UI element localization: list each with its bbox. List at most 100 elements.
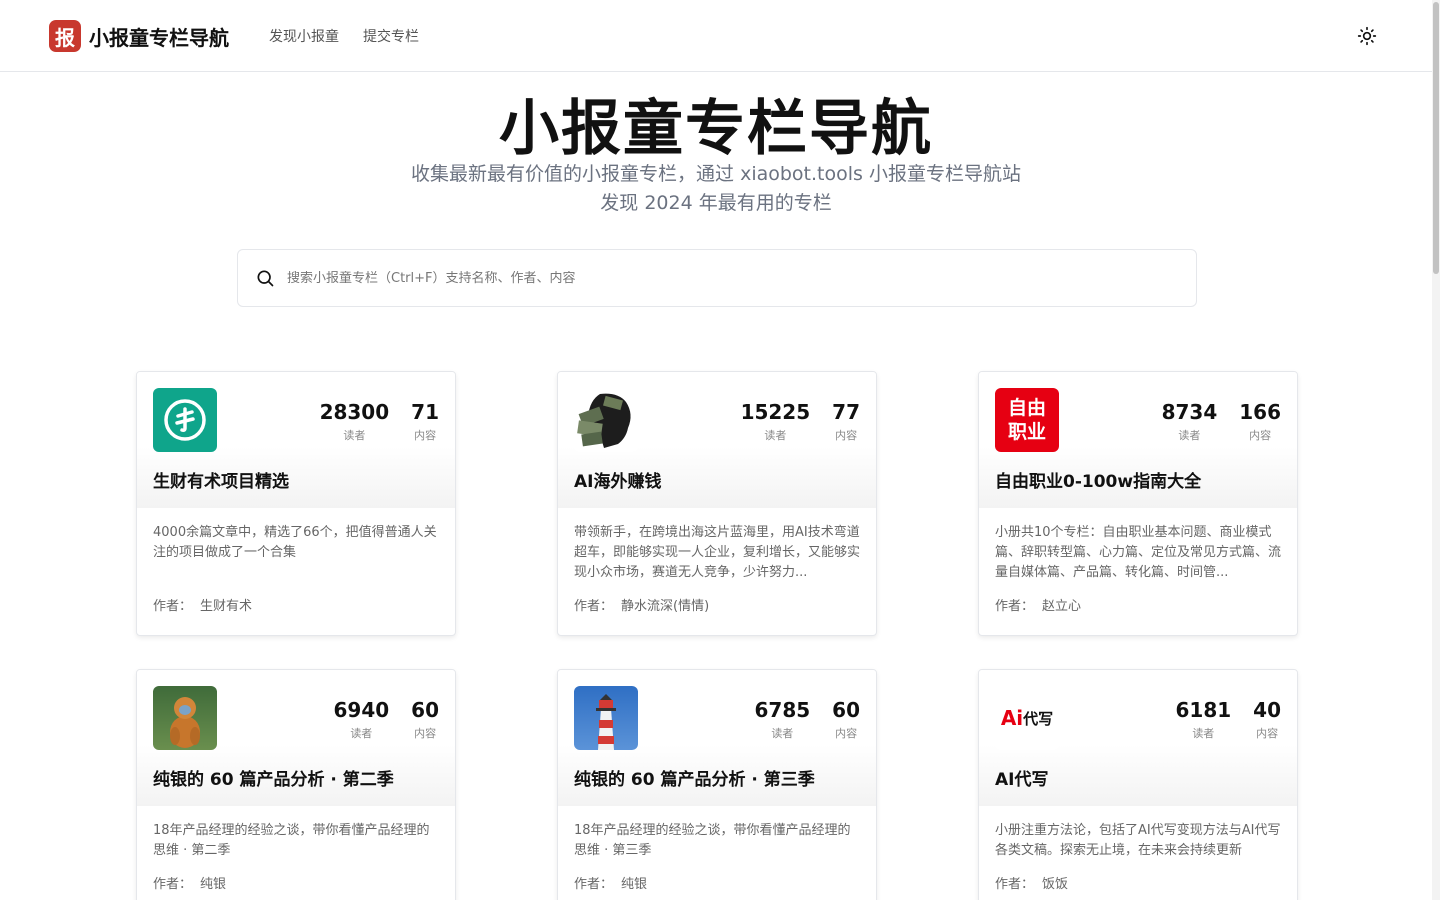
author-name: 赵立心 bbox=[1042, 599, 1082, 614]
author-name: 纯银 bbox=[621, 877, 648, 892]
post-label: 内容 bbox=[835, 727, 858, 740]
column-card[interactable]: 15225 读者 77 内容 AI海外赚钱 带领新手，在跨境出海这片蓝海里，用AI技… bbox=[557, 371, 877, 636]
author-label: 作者： bbox=[153, 599, 193, 614]
post-count: 60 bbox=[832, 698, 860, 722]
avatar-text-line-2: 职业 bbox=[1007, 421, 1046, 443]
reader-label: 读者 bbox=[350, 727, 373, 740]
card-header: 6785 读者 60 内容 纯银的 60 篇产品分析 · 第三季 bbox=[558, 670, 876, 806]
site-name: 小报童专栏导航 bbox=[89, 25, 229, 50]
author-name: 静水流深(情情) bbox=[621, 599, 710, 614]
author-name: 生财有术 bbox=[200, 599, 253, 614]
card-header: 15225 读者 77 内容 AI海外赚钱 bbox=[558, 372, 876, 508]
reader-count: 15225 bbox=[740, 400, 811, 424]
card-stats: 28300 读者 71 内容 bbox=[320, 399, 439, 443]
nav-link-submit[interactable]: 提交专栏 bbox=[363, 26, 419, 46]
column-card[interactable]: 28300 读者 71 内容 生财有术项目精选 4000余篇文章中，精选了66个，把… bbox=[136, 371, 456, 636]
card-header: 28300 读者 71 内容 生财有术项目精选 bbox=[137, 372, 455, 508]
card-header: Ai 代写 6181 读者 40 内容 AI代写 bbox=[979, 670, 1297, 806]
author-label: 作者： bbox=[153, 877, 193, 892]
reader-label: 读者 bbox=[343, 429, 366, 442]
card-title: 自由职业0-100w指南大全 bbox=[995, 472, 1202, 492]
author-name: 饭饭 bbox=[1042, 877, 1069, 892]
reader-label: 读者 bbox=[764, 429, 787, 442]
card-stats: 6785 读者 60 内容 bbox=[754, 697, 860, 741]
author-name: 纯银 bbox=[200, 877, 227, 892]
card-stats: 8734 读者 166 内容 bbox=[1162, 399, 1281, 443]
post-label: 内容 bbox=[414, 727, 437, 740]
card-description: 小册共10个专栏：自由职业基本问题、商业模式篇、辞职转型篇、心力篇、定位及常见方… bbox=[995, 525, 1281, 580]
top-nav-bar: 报 小报童专栏导航 发现小报童 提交专栏 bbox=[0, 0, 1440, 72]
post-count: 71 bbox=[411, 400, 439, 424]
avatar-text-line-1: 自由 bbox=[1007, 397, 1046, 419]
card-description: 18年产品经理的经验之谈，带你看懂产品经理的思维 · 第二季 bbox=[153, 823, 430, 858]
hero-subtitle-line-1: 收集最新最有价值的小报童专栏，通过 xiaobot.tools 小报童专栏导航站 bbox=[411, 163, 1021, 185]
main-nav: 发现小报童 提交专栏 bbox=[269, 26, 419, 46]
post-label: 内容 bbox=[1249, 429, 1272, 442]
scrollbar-thumb[interactable] bbox=[1433, 2, 1439, 274]
shengcai-logo-icon bbox=[153, 388, 217, 452]
card-author: 作者： 纯银 bbox=[153, 873, 439, 892]
author-label: 作者： bbox=[574, 877, 614, 892]
card-header: 6940 读者 60 内容 纯银的 60 篇产品分析 · 第二季 bbox=[137, 670, 455, 806]
card-description: 18年产品经理的经验之谈，带你看懂产品经理的思维 · 第三季 bbox=[574, 823, 851, 858]
post-label: 内容 bbox=[1256, 727, 1279, 740]
column-card[interactable]: 6785 读者 60 内容 纯银的 60 篇产品分析 · 第三季 18年产品经理的经… bbox=[557, 669, 877, 900]
reader-count: 28300 bbox=[319, 400, 390, 424]
page-scrollbar[interactable] bbox=[1432, 0, 1440, 900]
reader-label: 读者 bbox=[1178, 429, 1201, 442]
ziyou-zhiye-logo-icon: 自由 职业 bbox=[995, 388, 1059, 452]
column-card[interactable]: 6940 读者 60 内容 纯银的 60 篇产品分析 · 第二季 18年产品经理的经… bbox=[136, 669, 456, 900]
author-label: 作者： bbox=[995, 877, 1035, 892]
card-stats: 15225 读者 77 内容 bbox=[741, 399, 860, 443]
card-author: 作者： 饭饭 bbox=[995, 873, 1281, 892]
card-description: 小册注重方法论，包括了AI代写变现方法与AI代写各类文稿。探索无止境，在未来会持… bbox=[995, 823, 1281, 858]
logo-badge: 报 bbox=[49, 20, 81, 52]
reader-count: 6181 bbox=[1175, 698, 1232, 722]
post-count: 166 bbox=[1239, 400, 1281, 424]
card-author: 作者： 赵立心 bbox=[995, 595, 1281, 614]
site-logo-link[interactable]: 报 小报童专栏导航 bbox=[49, 20, 229, 52]
author-label: 作者： bbox=[995, 599, 1035, 614]
theme-toggle-button[interactable] bbox=[1354, 23, 1380, 49]
search-input[interactable] bbox=[287, 270, 1167, 286]
lighthouse-photo-icon bbox=[574, 686, 638, 750]
reader-label: 读者 bbox=[771, 727, 794, 740]
card-author: 作者： 纯银 bbox=[574, 873, 860, 892]
column-card[interactable]: 自由 职业 8734 读者 166 内容 自由职业0-100w指南大全 小册共10个… bbox=[978, 371, 1298, 636]
card-title: 纯银的 60 篇产品分析 · 第二季 bbox=[153, 770, 394, 790]
hero-subtitle: 收集最新最有价值的小报童专栏，通过 xiaobot.tools 小报童专栏导航站… bbox=[366, 160, 1066, 218]
card-stats: 6940 读者 60 内容 bbox=[333, 697, 439, 741]
reader-count: 8734 bbox=[1161, 400, 1218, 424]
hero-title: 小报童专栏导航 bbox=[499, 94, 933, 164]
ai-daixie-logo-icon: Ai 代写 bbox=[995, 686, 1059, 750]
author-label: 作者： bbox=[574, 599, 614, 614]
card-title: 生财有术项目精选 bbox=[153, 472, 289, 492]
monkey-photo-icon bbox=[153, 686, 217, 750]
avatar-text-daixie: 代写 bbox=[1023, 709, 1054, 728]
card-author: 作者： 生财有术 bbox=[153, 595, 439, 614]
post-count: 40 bbox=[1253, 698, 1281, 722]
sun-icon bbox=[1357, 26, 1377, 46]
card-description: 带领新手，在跨境出海这片蓝海里，用AI技术弯道超车，即能够实现一人企业，复利增长… bbox=[574, 525, 860, 580]
post-label: 内容 bbox=[835, 429, 858, 442]
post-count: 60 bbox=[411, 698, 439, 722]
search-icon bbox=[255, 268, 275, 288]
card-title: AI海外赚钱 bbox=[574, 472, 662, 492]
card-stats: 6181 读者 40 内容 bbox=[1175, 697, 1281, 741]
card-title: AI代写 bbox=[995, 770, 1049, 790]
nav-link-discover[interactable]: 发现小报童 bbox=[269, 26, 339, 46]
card-title: 纯银的 60 篇产品分析 · 第三季 bbox=[574, 770, 815, 790]
money-head-image-icon bbox=[574, 388, 638, 452]
hero-subtitle-line-2: 发现 2024 年最有用的专栏 bbox=[600, 192, 832, 214]
post-count: 77 bbox=[832, 400, 860, 424]
reader-count: 6940 bbox=[333, 698, 390, 722]
column-card[interactable]: Ai 代写 6181 读者 40 内容 AI代写 小册注重方法论，包括了AI代写变现… bbox=[978, 669, 1298, 900]
avatar-text-ai: Ai bbox=[1000, 706, 1024, 730]
card-description: 4000余篇文章中，精选了66个，把值得普通人关注的项目做成了一个合集 bbox=[153, 525, 437, 560]
card-author: 作者： 静水流深(情情) bbox=[574, 595, 860, 614]
reader-label: 读者 bbox=[1192, 727, 1215, 740]
card-header: 自由 职业 8734 读者 166 内容 自由职业0-100w指南大全 bbox=[979, 372, 1297, 508]
reader-count: 6785 bbox=[754, 698, 811, 722]
search-box[interactable] bbox=[237, 249, 1197, 307]
post-label: 内容 bbox=[414, 429, 437, 442]
